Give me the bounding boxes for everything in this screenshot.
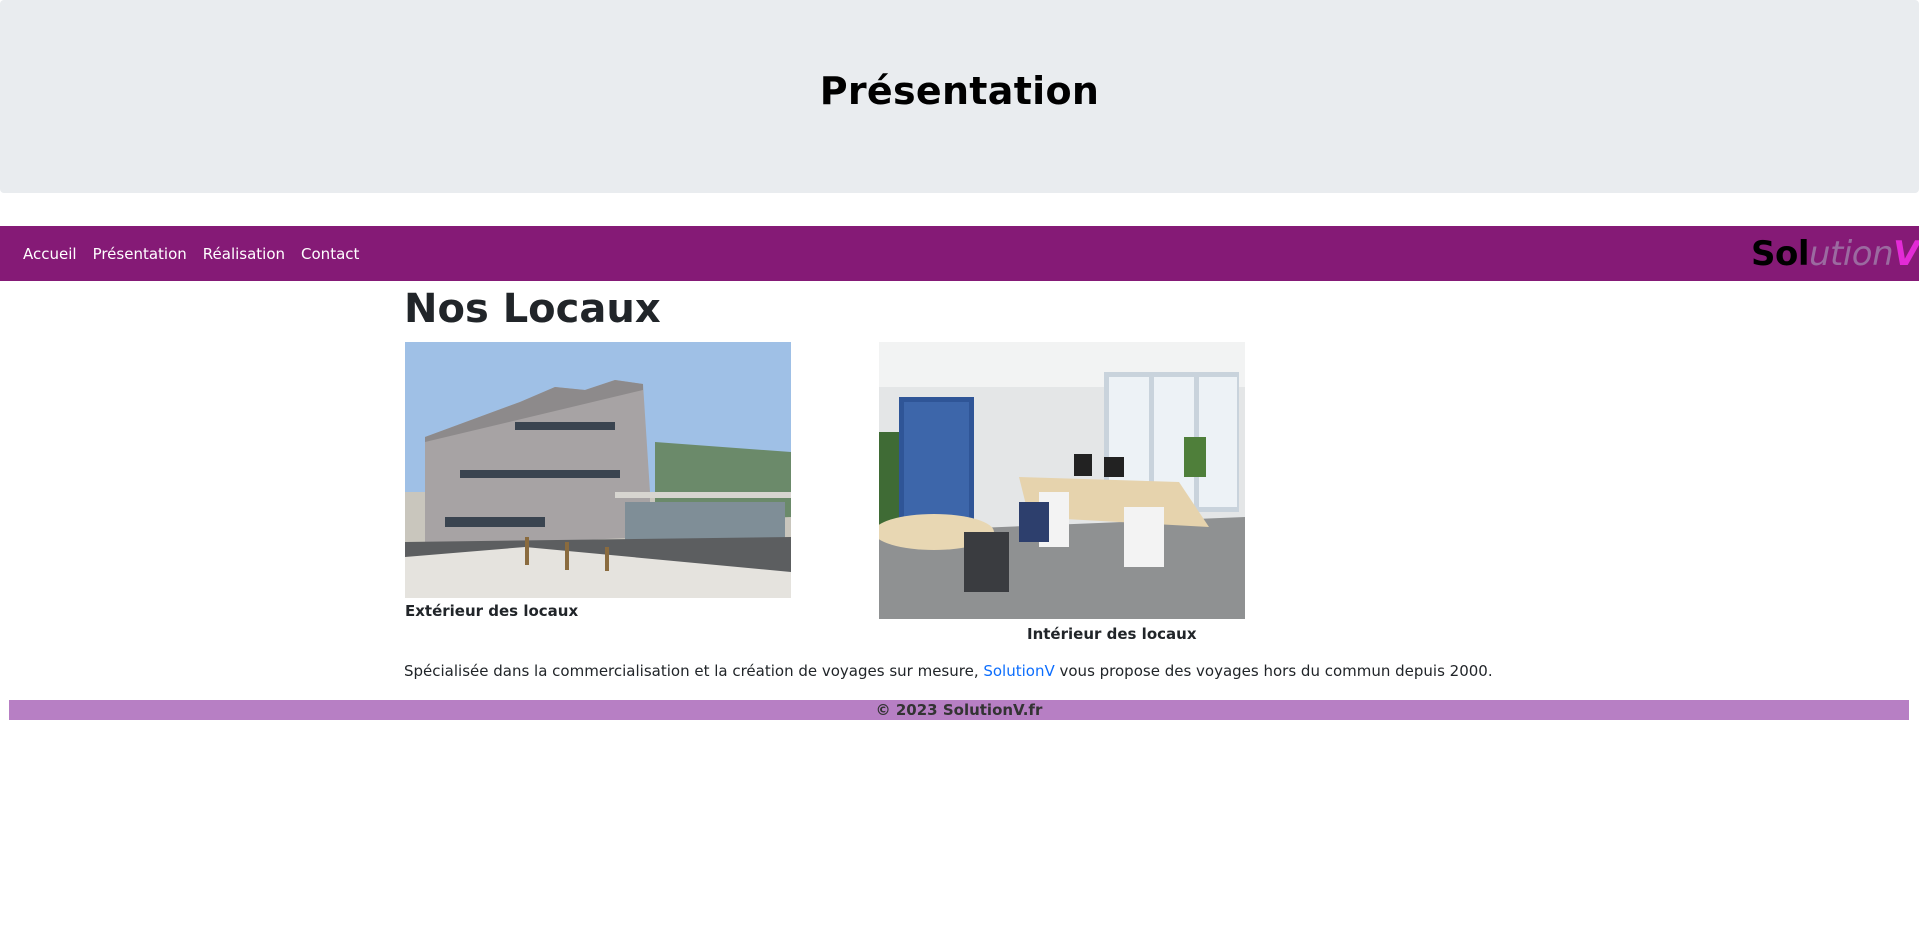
nav-link-presentation[interactable]: Présentation <box>93 245 187 263</box>
nav-link-accueil[interactable]: Accueil <box>23 245 77 263</box>
main-navbar: Accueil Présentation Réalisation Contact… <box>0 226 1919 281</box>
figure-interior: Intérieur des locaux <box>879 342 1245 643</box>
interior-office-image <box>879 342 1245 619</box>
solutionv-link[interactable]: SolutionV <box>983 662 1054 680</box>
nav-link-realisation[interactable]: Réalisation <box>203 245 285 263</box>
interior-caption: Intérieur des locaux <box>879 625 1245 643</box>
nav-link-contact[interactable]: Contact <box>301 245 359 263</box>
brand-logo[interactable]: SolutionV <box>1751 234 1919 274</box>
brand-logo-part-v: V <box>1893 234 1919 274</box>
page-footer: © 2023 SolutionV.fr <box>9 700 1909 720</box>
intro-paragraph: Spécialisée dans la commercialisation et… <box>404 662 1493 680</box>
interior-caption-text: Intérieur des locaux <box>1027 625 1197 643</box>
page-title: Présentation <box>819 68 1100 113</box>
brand-logo-part-ution: ution <box>1808 234 1894 274</box>
intro-paragraph-before: Spécialisée dans la commercialisation et… <box>404 662 984 680</box>
page-header: Présentation <box>0 0 1919 193</box>
exterior-building-image <box>405 342 791 598</box>
section-title: Nos Locaux <box>404 286 661 332</box>
exterior-caption: Extérieur des locaux <box>405 602 579 620</box>
intro-paragraph-after: vous propose des voyages hors du commun … <box>1054 662 1493 680</box>
figure-exterior: Extérieur des locaux <box>405 342 791 620</box>
footer-copyright: © 2023 SolutionV.fr <box>875 701 1043 719</box>
brand-logo-part-sol: Sol <box>1750 234 1810 274</box>
nav-links: Accueil Présentation Réalisation Contact <box>0 245 375 263</box>
